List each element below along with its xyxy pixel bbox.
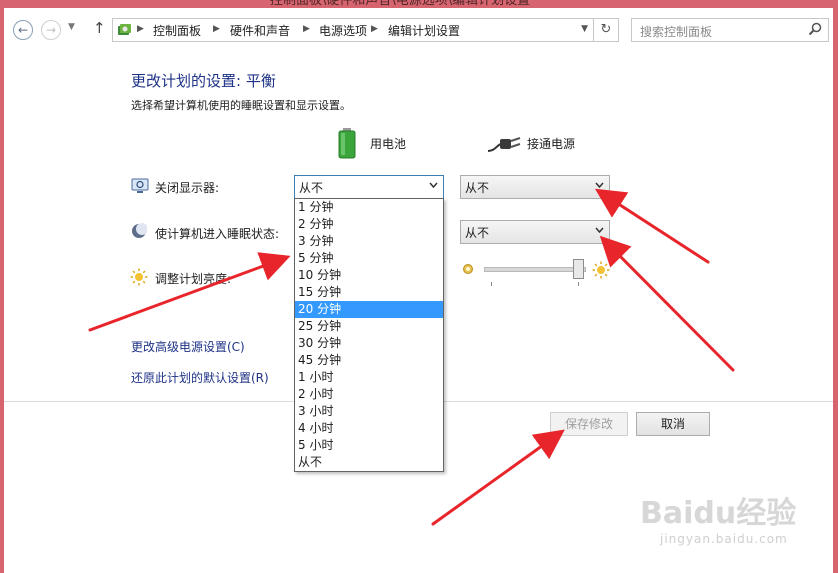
annotation-arrow <box>88 252 291 332</box>
watermark-brand: Baidu经验 <box>640 496 797 531</box>
watermark-url: jingyan.baidu.com <box>660 532 788 546</box>
annotation-arrow <box>431 429 565 526</box>
annotation-arrow <box>599 235 735 372</box>
